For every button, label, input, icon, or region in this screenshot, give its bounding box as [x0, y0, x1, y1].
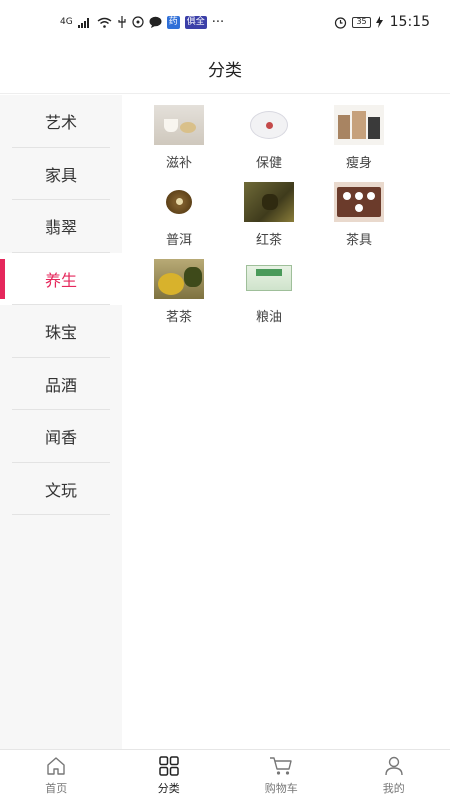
status-left: 4G 药 俱全 ··· [60, 15, 224, 30]
tab-label: 我的 [382, 782, 405, 795]
tab-home[interactable]: 首页 [0, 750, 113, 800]
category-label: 粮油 [255, 310, 282, 325]
sidebar-item-label: 珠宝 [44, 323, 77, 343]
category-label: 瘦身 [345, 156, 372, 171]
sidebar-item-collectibles[interactable]: 文玩 [0, 463, 122, 516]
category-thumbnail [244, 182, 294, 222]
page-title: 分类 [208, 61, 242, 81]
category-tile-puer[interactable]: 普洱 [134, 182, 224, 250]
category-label: 普洱 [165, 233, 192, 248]
signal-icon [77, 17, 92, 28]
category-tile-zibu[interactable]: 滋补 [134, 105, 224, 173]
sidebar-item-label: 闻香 [44, 428, 77, 448]
sidebar-item-wine[interactable]: 品酒 [0, 358, 122, 411]
page-header: 分类 [0, 44, 450, 94]
sidebar-item-label: 养生 [44, 270, 77, 290]
more-notifications: ··· [211, 14, 225, 30]
category-thumbnail [154, 259, 204, 299]
category-thumbnail [154, 182, 204, 222]
category-tile-liangyou[interactable]: 粮油 [224, 259, 314, 327]
tab-cart[interactable]: 购物车 [225, 750, 338, 800]
user-icon [382, 754, 406, 778]
sidebar-item-label: 品酒 [44, 375, 77, 395]
location-icon [132, 16, 144, 28]
cart-icon [269, 754, 293, 778]
sidebar-item-label: 文玩 [44, 480, 77, 500]
grid-icon [157, 754, 181, 778]
tab-label: 分类 [157, 782, 180, 795]
sidebar-item-label: 翡翠 [44, 218, 77, 238]
usb-icon [117, 16, 127, 28]
clock: 15:15 [389, 14, 430, 30]
alarm-icon [334, 16, 347, 29]
sidebar-item-jade[interactable]: 翡翠 [0, 200, 122, 253]
sidebar-item-art[interactable]: 艺术 [0, 95, 122, 148]
charging-icon [375, 16, 383, 28]
category-tile-shoushen[interactable]: 瘦身 [314, 105, 404, 173]
category-thumbnail [244, 105, 294, 145]
category-thumbnail [334, 182, 384, 222]
category-thumbnail [244, 259, 294, 299]
category-thumbnail [154, 105, 204, 145]
sidebar-item-jewelry[interactable]: 珠宝 [0, 305, 122, 358]
battery-indicator: 35 [352, 16, 371, 28]
category-label: 红茶 [255, 233, 282, 248]
category-tile-baojian[interactable]: 保健 [224, 105, 314, 173]
status-right: 35 15:15 [334, 14, 430, 30]
status-bar: 4G 药 俱全 ··· 35 15:15 [0, 0, 450, 44]
message-icon [149, 16, 162, 28]
sidebar-item-furniture[interactable]: 家具 [0, 148, 122, 201]
sidebar-item-health[interactable]: 养生 [0, 252, 122, 305]
tab-label: 首页 [45, 782, 68, 795]
category-tile-mingcha[interactable]: 茗茶 [134, 259, 224, 327]
app-notification-icon: 药 [166, 15, 180, 29]
tab-profile[interactable]: 我的 [338, 750, 450, 800]
category-label: 保健 [255, 156, 282, 171]
category-thumbnail [334, 105, 384, 145]
category-label: 茶具 [345, 233, 372, 248]
sidebar-item-label: 艺术 [44, 113, 77, 133]
tab-category[interactable]: 分类 [113, 750, 226, 800]
tab-label: 购物车 [264, 782, 298, 795]
sidebar-item-incense[interactable]: 闻香 [0, 410, 122, 463]
category-tile-hongcha[interactable]: 红茶 [224, 182, 314, 250]
category-sidebar: 艺术 家具 翡翠 养生 珠宝 品酒 闻香 文玩 [0, 95, 122, 749]
home-icon [44, 754, 68, 778]
category-label: 滋补 [165, 156, 192, 171]
bottom-tab-bar: 首页 分类 购物车 我的 [0, 749, 450, 800]
subcategory-grid: 滋补 保健 瘦身 普洱 红茶 茶具 茗茶 粮油 [134, 105, 450, 327]
app-notification-icon: 俱全 [184, 15, 207, 29]
subcategory-panel: 滋补 保健 瘦身 普洱 红茶 茶具 茗茶 粮油 [122, 95, 450, 749]
category-label: 茗茶 [165, 310, 192, 325]
network-type: 4G [60, 17, 73, 27]
wifi-icon [97, 17, 112, 28]
category-tile-chaju[interactable]: 茶具 [314, 182, 404, 250]
sidebar-item-label: 家具 [44, 165, 77, 185]
